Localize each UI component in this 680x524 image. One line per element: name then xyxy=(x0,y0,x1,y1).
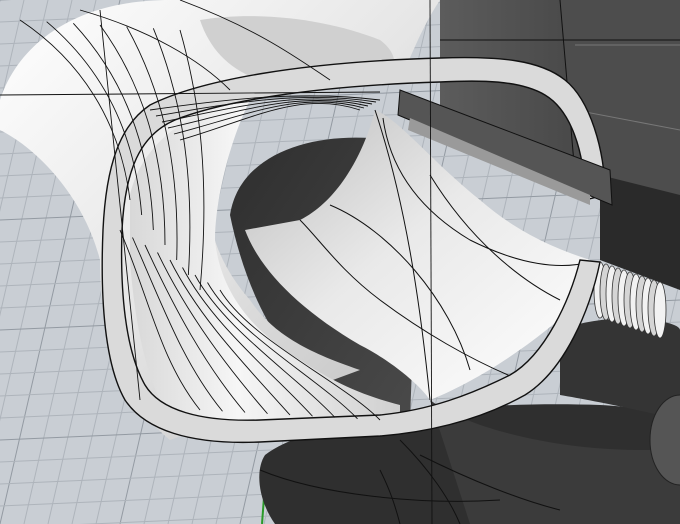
modeling-viewport[interactable] xyxy=(0,0,680,524)
viewport-canvas[interactable] xyxy=(0,0,680,524)
thread-ridge xyxy=(653,281,667,339)
